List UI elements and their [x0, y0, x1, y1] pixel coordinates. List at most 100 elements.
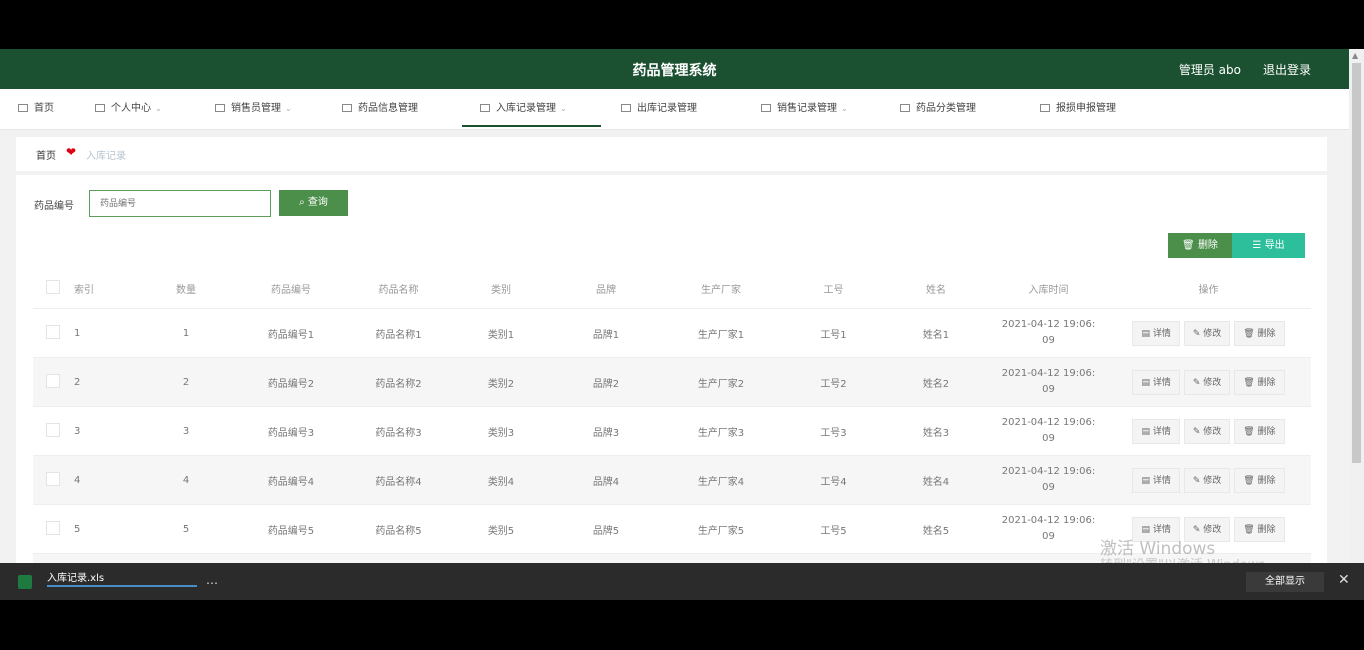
- detail-button[interactable]: ▤ 详情: [1132, 467, 1180, 493]
- trash-icon: 🗑: [1243, 475, 1258, 486]
- search-button[interactable]: ⌕ 查询: [279, 190, 348, 216]
- cell-qty: 1: [141, 308, 231, 358]
- nav-item-label: 药品信息管理: [358, 103, 418, 114]
- detail-icon: ▤: [1141, 377, 1153, 388]
- bulk-delete-button[interactable]: 🗑 删除: [1168, 233, 1232, 258]
- export-button[interactable]: ☰ 导出: [1232, 233, 1305, 258]
- download-progress: [47, 585, 197, 587]
- cell-category: 类别5: [446, 504, 556, 554]
- row-delete-button[interactable]: 🗑 删除: [1234, 369, 1285, 395]
- select-all-checkbox[interactable]: [46, 279, 60, 294]
- detail-button[interactable]: ▤ 详情: [1132, 418, 1180, 444]
- page-scrollbar[interactable]: ▲ ▼: [1349, 49, 1364, 600]
- cell-person: 姓名3: [881, 406, 991, 456]
- cell-time: 2021-04-12 19:06:09: [991, 504, 1106, 554]
- column-header: 入库时间: [1028, 284, 1069, 296]
- chevron-down-icon: ⌄: [285, 104, 292, 113]
- column-header: 索引: [74, 284, 94, 296]
- edit-icon: ✎: [1192, 426, 1204, 437]
- nav-item-7[interactable]: 药品分类管理: [900, 89, 976, 129]
- row-checkbox[interactable]: [46, 520, 60, 535]
- column-header: 生产厂家: [701, 284, 741, 296]
- export-label: 导出: [1264, 240, 1285, 251]
- row-delete-button[interactable]: 🗑 删除: [1234, 467, 1285, 493]
- column-header: 姓名: [926, 284, 946, 296]
- heart-icon: ❤: [66, 145, 77, 159]
- nav-item-2[interactable]: 销售员管理 ⌄: [215, 89, 292, 129]
- cell-index: 3: [73, 406, 141, 456]
- cell-person: 姓名4: [881, 455, 991, 505]
- current-user: 管理员 abo: [1178, 63, 1241, 77]
- cell-maker: 生产厂家4: [656, 455, 786, 505]
- row-select-cell[interactable]: [33, 406, 73, 456]
- cell-qty: 5: [141, 504, 231, 554]
- cell-code: 药品编号3: [231, 406, 351, 456]
- document-icon: [621, 104, 631, 112]
- nav-item-label: 药品分类管理: [916, 103, 976, 114]
- search-button-label: 查询: [307, 197, 328, 208]
- cell-maker: 生产厂家2: [656, 357, 786, 407]
- home-icon: [18, 104, 28, 112]
- trash-icon: 🗑: [1243, 377, 1258, 388]
- cell-category: 类别2: [446, 357, 556, 407]
- detail-button[interactable]: ▤ 详情: [1132, 320, 1180, 346]
- download-filename[interactable]: 入库记录.xls: [47, 569, 104, 584]
- cell-qty: 3: [141, 406, 231, 456]
- nav-item-label: 首页: [34, 103, 54, 114]
- row-delete-button[interactable]: 🗑 删除: [1234, 516, 1285, 542]
- nav-item-1[interactable]: 个人中心 ⌄: [95, 89, 162, 129]
- chevron-down-icon: ⌄: [560, 104, 567, 113]
- cell-code: 药品编号5: [231, 504, 351, 554]
- cell-qty: 4: [141, 455, 231, 505]
- search-input[interactable]: [89, 190, 271, 217]
- table-row: 3 3 药品编号3 药品名称3 类别3 品牌3 生产厂家3 工号3 姓名3 2021-04-12 …: [33, 406, 1311, 456]
- detail-icon: ▤: [1141, 426, 1153, 437]
- scroll-up-icon[interactable]: ▲: [1352, 51, 1358, 60]
- more-options-icon[interactable]: …: [206, 573, 218, 587]
- op-label: 详情: [1152, 524, 1171, 535]
- detail-button[interactable]: ▤ 详情: [1132, 369, 1180, 395]
- nav-item-5[interactable]: 出库记录管理: [621, 89, 697, 129]
- edit-icon: ✎: [1192, 377, 1204, 388]
- list-icon: ☰: [1252, 240, 1262, 251]
- detail-icon: ▤: [1141, 475, 1153, 486]
- row-checkbox[interactable]: [46, 324, 60, 339]
- row-delete-button[interactable]: 🗑 删除: [1234, 320, 1285, 346]
- row-select-cell[interactable]: [33, 357, 73, 407]
- row-checkbox[interactable]: [46, 373, 60, 388]
- row-select-cell[interactable]: [33, 308, 73, 358]
- detail-icon: ▤: [1141, 328, 1153, 339]
- trash-icon: 🗑: [1243, 426, 1258, 437]
- edit-button[interactable]: ✎ 修改: [1183, 467, 1231, 493]
- row-delete-button[interactable]: 🗑 删除: [1234, 418, 1285, 444]
- show-all-downloads-button[interactable]: 全部显示: [1246, 572, 1324, 592]
- edit-button[interactable]: ✎ 修改: [1183, 369, 1231, 395]
- scroll-thumb[interactable]: [1352, 63, 1361, 463]
- op-label: 详情: [1152, 377, 1171, 388]
- edit-button[interactable]: ✎ 修改: [1183, 418, 1231, 444]
- row-checkbox[interactable]: [46, 471, 60, 486]
- nav-item-6[interactable]: 销售记录管理 ⌄: [761, 89, 848, 129]
- table-row: 4 4 药品编号4 药品名称4 类别4 品牌4 生产厂家4 工号4 姓名4 2021-04-12 …: [33, 455, 1311, 505]
- row-select-cell[interactable]: [33, 455, 73, 505]
- nav-item-4[interactable]: 入库记录管理 ⌄: [462, 89, 601, 127]
- nav-item-3[interactable]: 药品信息管理: [342, 89, 418, 129]
- edit-icon: ✎: [1192, 524, 1204, 535]
- cell-empno: 工号3: [786, 406, 881, 456]
- chevron-down-icon: ⌄: [155, 104, 162, 113]
- nav-item-8[interactable]: 报损申报管理: [1040, 89, 1116, 129]
- op-label: 删除: [1257, 328, 1276, 339]
- chevron-down-icon: ⌄: [841, 104, 848, 113]
- breadcrumb-home[interactable]: 首页: [36, 147, 56, 162]
- row-checkbox[interactable]: [46, 422, 60, 437]
- report-icon: [1040, 104, 1050, 112]
- app-header: 药品管理系统 管理员 abo 退出登录: [0, 49, 1349, 89]
- select-all-cell[interactable]: [33, 268, 73, 309]
- nav-item-0[interactable]: 首页: [18, 89, 54, 129]
- logout-link[interactable]: 退出登录: [1263, 61, 1311, 78]
- row-select-cell[interactable]: [33, 504, 73, 554]
- edit-button[interactable]: ✎ 修改: [1183, 320, 1231, 346]
- cell-brand: 品牌4: [556, 455, 656, 505]
- close-icon[interactable]: ✕: [1338, 572, 1350, 588]
- cell-person: 姓名2: [881, 357, 991, 407]
